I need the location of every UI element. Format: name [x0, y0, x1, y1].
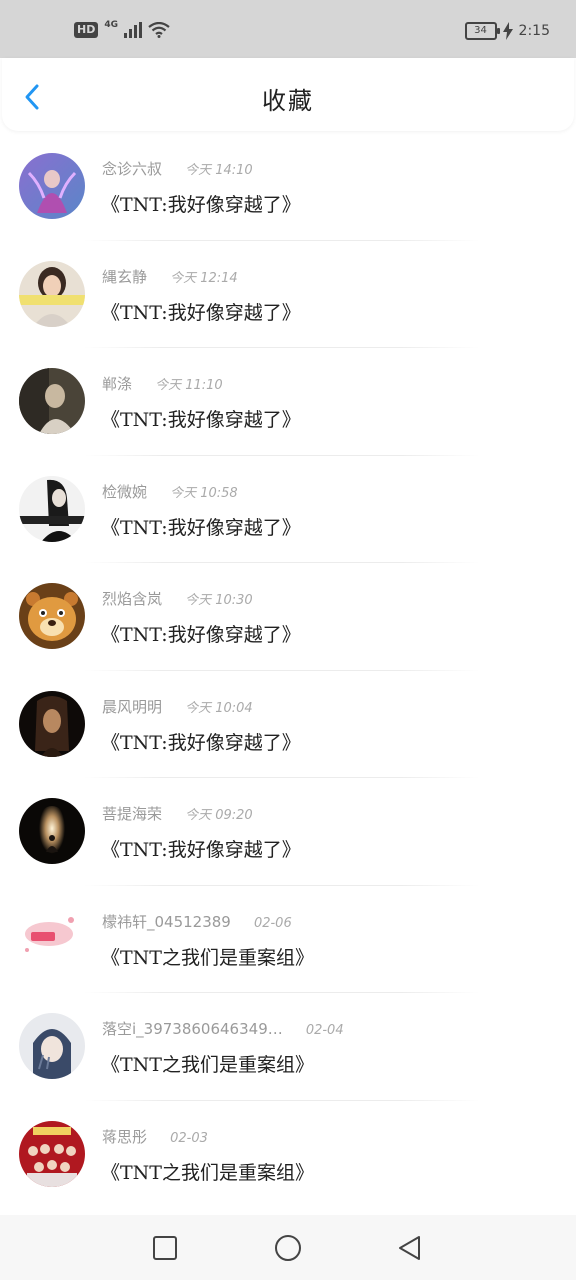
- status-bar: HD 4G 34 2:15: [0, 0, 576, 58]
- story-title: 《TNT:我好像穿越了》: [101, 624, 301, 646]
- story-title: 《TNT之我们是重案组》: [101, 1054, 314, 1076]
- recents-square-icon: [153, 1236, 177, 1260]
- username: 檬祎轩_04512389: [102, 912, 231, 931]
- system-nav-bar: [0, 1215, 576, 1280]
- list-item[interactable]: 晨风明明 今天 10:04 《TNT:我好像穿越了》: [0, 671, 576, 778]
- story-title: 《TNT:我好像穿越了》: [101, 839, 301, 861]
- username: 蒋思彤: [102, 1127, 148, 1146]
- item-meta: 菩提海荣 今天 09:20: [102, 803, 253, 824]
- timestamp: 今天 12:14: [170, 270, 238, 286]
- status-left: HD 4G: [74, 20, 170, 38]
- list-item[interactable]: 菩提海荣 今天 09:20 《TNT:我好像穿越了》: [0, 778, 576, 886]
- username: 郸涤: [102, 375, 133, 393]
- favorites-list: 念诊六叔 今天 14:10 《TNT:我好像穿越了》 縄玄静 今天 12:14 …: [0, 133, 576, 1208]
- back-nav-button[interactable]: [395, 1233, 425, 1263]
- timestamp: 今天 10:04: [185, 700, 253, 716]
- story-title: 《TNT:我好像穿越了》: [101, 301, 301, 324]
- item-meta: 检微婉 今天 10:58: [102, 481, 238, 502]
- bw-girl-avatar[interactable]: [19, 475, 85, 542]
- home-button[interactable]: [273, 1233, 303, 1263]
- home-circle-icon: [275, 1235, 301, 1261]
- timestamp: 02-06: [253, 915, 292, 931]
- list-item[interactable]: 蒋思彤 02-03 《TNT之我们是重案组》: [0, 1101, 576, 1209]
- dark-girl-avatar[interactable]: [19, 690, 85, 757]
- hooded-girl-avatar[interactable]: [19, 1013, 85, 1079]
- hd-badge: HD: [74, 22, 99, 38]
- list-item[interactable]: 检微婉 今天 10:58 《TNT:我好像穿越了》: [0, 456, 576, 563]
- page-title: 收藏: [262, 87, 314, 115]
- item-meta: 縄玄静 今天 12:14: [102, 266, 238, 287]
- list-item[interactable]: 縄玄静 今天 12:14 《TNT:我好像穿越了》: [0, 241, 576, 348]
- story-title: 《TNT之我们是重案组》: [101, 1161, 314, 1184]
- username: 烈焰含岚: [102, 590, 163, 608]
- list-item[interactable]: 念诊六叔 今天 14:10 《TNT:我好像穿越了》: [0, 133, 576, 241]
- status-right: 34 2:15: [464, 22, 550, 40]
- username: 晨风明明: [102, 697, 163, 716]
- fantasy-avatar[interactable]: [19, 153, 85, 219]
- timestamp: 今天 10:58: [170, 485, 238, 501]
- item-meta: 落空i_3973860646349… 02-04: [102, 1018, 344, 1039]
- back-triangle-icon: [399, 1236, 420, 1260]
- timestamp: 今天 10:30: [185, 593, 253, 608]
- story-title: 《TNT:我好像穿越了》: [101, 194, 301, 216]
- girl-banner-avatar[interactable]: [19, 260, 85, 327]
- username: 检微婉: [102, 482, 148, 501]
- battery-icon: 34: [464, 22, 500, 40]
- username: 菩提海荣: [102, 805, 163, 823]
- timestamp: 今天 11:10: [155, 378, 223, 393]
- list-item[interactable]: 檬祎轩_04512389 02-06 《TNT之我们是重案组》: [0, 886, 576, 993]
- group-red-avatar[interactable]: [19, 1120, 85, 1187]
- timestamp: 今天 14:10: [185, 163, 253, 178]
- pink-sticker-avatar[interactable]: [19, 905, 85, 972]
- item-meta: 晨风明明 今天 10:04: [102, 696, 253, 717]
- wifi-icon: [148, 22, 170, 38]
- list-item[interactable]: 郸涤 今天 11:10 《TNT:我好像穿越了》: [0, 348, 576, 456]
- item-meta: 蒋思彤 02-03: [102, 1126, 208, 1147]
- dark-photo-avatar[interactable]: [19, 368, 85, 434]
- item-meta: 念诊六叔 今天 14:10: [102, 158, 253, 179]
- username: 縄玄静: [102, 267, 148, 286]
- charging-icon: [502, 22, 513, 40]
- network-type: 4G: [104, 20, 118, 30]
- bear-avatar[interactable]: [19, 583, 85, 649]
- recents-button[interactable]: [150, 1233, 180, 1263]
- timestamp: 02-03: [170, 1130, 208, 1146]
- username: 落空i_3973860646349…: [102, 1020, 283, 1038]
- story-title: 《TNT:我好像穿越了》: [101, 731, 301, 754]
- list-item[interactable]: 烈焰含岚 今天 10:30 《TNT:我好像穿越了》: [0, 563, 576, 671]
- timestamp: 02-04: [305, 1023, 344, 1038]
- meditation-avatar[interactable]: [19, 798, 85, 864]
- app-header: 收藏: [2, 58, 574, 131]
- item-meta: 檬祎轩_04512389 02-06: [102, 911, 292, 932]
- username: 念诊六叔: [102, 160, 163, 178]
- item-meta: 郸涤 今天 11:10: [102, 373, 223, 394]
- timestamp: 今天 09:20: [185, 808, 253, 823]
- list-item[interactable]: 落空i_3973860646349… 02-04 《TNT之我们是重案组》: [0, 993, 576, 1101]
- signal-icon: [124, 22, 142, 38]
- story-title: 《TNT之我们是重案组》: [101, 946, 314, 969]
- clock: 2:15: [518, 23, 550, 39]
- story-title: 《TNT:我好像穿越了》: [101, 409, 301, 431]
- story-title: 《TNT:我好像穿越了》: [101, 516, 301, 539]
- item-meta: 烈焰含岚 今天 10:30: [102, 588, 253, 609]
